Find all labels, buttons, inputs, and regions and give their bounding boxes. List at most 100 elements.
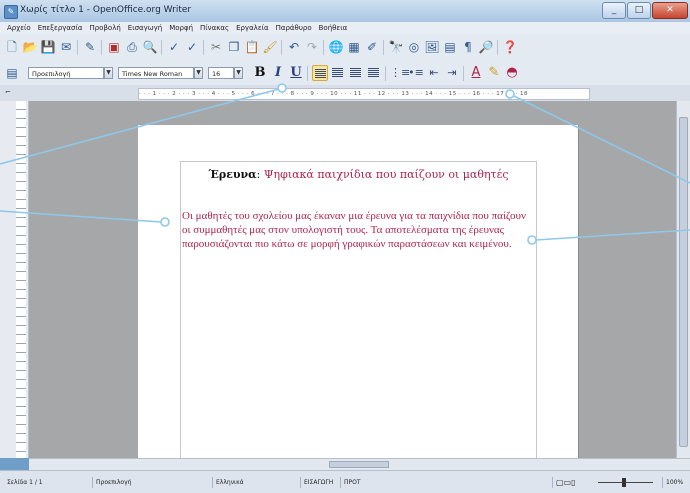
font-name-select[interactable]: Times New Roman (118, 67, 194, 79)
toolbar-separator (77, 40, 78, 55)
text-boundaries[interactable]: Έρευνα: Ψηφιακά παιχνίδια που παίζουν οι… (180, 161, 537, 458)
align-left-icon (315, 69, 326, 78)
document-page[interactable]: Έρευνα: Ψηφιακά παιχνίδια που παίζουν οι… (138, 125, 578, 458)
menu-bar: Αρχείο Επεξεργασία Προβολή Εισαγωγή Μορφ… (0, 22, 690, 34)
title-bar[interactable]: ✎ Χωρίς τίτλο 1 - OpenOffice.org Writer … (0, 0, 690, 23)
italic-button[interactable]: I (270, 65, 286, 81)
underline-button[interactable]: U (288, 65, 304, 81)
justify-button[interactable] (366, 65, 382, 81)
export-pdf-icon[interactable]: ▣ (106, 39, 122, 55)
numbering-icon[interactable]: ⋮≡ (390, 65, 410, 81)
align-right-icon (350, 68, 361, 77)
help-icon[interactable]: ❓ (502, 39, 518, 55)
new-document-icon[interactable]: 🗋 (4, 39, 20, 55)
navigator-icon[interactable]: ◎ (406, 39, 422, 55)
menu-insert[interactable]: Εισαγωγή (128, 22, 162, 34)
align-center-icon (332, 68, 343, 77)
data-sources-icon[interactable]: ▤ (442, 39, 458, 55)
decrease-indent-icon[interactable]: ⇤ (426, 65, 442, 81)
status-language[interactable]: Ελληνικά (212, 477, 244, 488)
toolbar-separator (323, 40, 324, 55)
font-size-select[interactable]: 16 (208, 67, 234, 79)
copy-icon[interactable]: ❐ (226, 39, 242, 55)
menu-format[interactable]: Μορφή (169, 22, 193, 34)
toolbar-separator (307, 66, 308, 81)
formatting-marks-icon[interactable]: ¶ (460, 39, 476, 55)
menu-view[interactable]: Προβολή (89, 22, 120, 34)
toolbar-separator (463, 66, 464, 81)
menu-edit[interactable]: Επεξεργασία (38, 22, 83, 34)
horizontal-scroll-thumb[interactable] (329, 461, 389, 468)
zoom-slider-knob[interactable] (622, 478, 626, 487)
undo-icon[interactable]: ↶ (286, 39, 302, 55)
horizontal-scrollbar[interactable] (29, 458, 690, 470)
status-style[interactable]: Προεπιλογή (92, 477, 131, 488)
title-bold-word: Έρευνα (208, 168, 257, 181)
print-icon[interactable]: ⎙ (124, 39, 140, 55)
view-layout-icons[interactable]: ▢▭▯ (552, 477, 576, 488)
format-paintbrush-icon[interactable]: 🖌 (262, 39, 278, 55)
status-insert-mode[interactable]: ΕΙΣΑΓΩΓΗ (300, 477, 333, 488)
chevron-down-icon[interactable]: ▼ (194, 67, 203, 79)
horizontal-ruler[interactable]: · · · 1 · · · 2 · · · 3 · · · 4 · · · 5 … (138, 88, 590, 100)
status-selection-mode[interactable]: ΠΡΟΤ (340, 477, 361, 488)
cut-icon[interactable]: ✂ (208, 39, 224, 55)
open-folder-icon[interactable]: 📂 (22, 39, 38, 55)
close-button[interactable]: ✕ (652, 2, 688, 19)
align-right-button[interactable] (348, 65, 364, 81)
font-color-icon[interactable]: A (468, 65, 484, 81)
title-rest: Ψηφιακά παιχνίδια που παίζουν οι μαθητές (263, 168, 509, 181)
title-colon: : (256, 168, 261, 181)
styles-formatting-icon[interactable]: ▤ (4, 65, 20, 81)
menu-file[interactable]: Αρχείο (7, 22, 31, 34)
status-zoom[interactable]: 100% (662, 477, 683, 488)
maximize-button[interactable]: □ (627, 2, 651, 19)
tab-stop-icon[interactable]: ⌐ (5, 88, 14, 97)
paragraph-style-select[interactable]: Προεπιλογή (28, 67, 104, 79)
toolbar-separator (101, 40, 102, 55)
toolbar-separator (385, 66, 386, 81)
toolbar-separator (281, 40, 282, 55)
align-center-button[interactable] (330, 65, 346, 81)
vertical-scroll-thumb[interactable] (679, 117, 688, 447)
window-controls: _ □ ✕ (602, 2, 688, 19)
justify-icon (368, 68, 379, 77)
table-icon[interactable]: ▦ (346, 39, 362, 55)
menu-help[interactable]: Βοήθεια (319, 22, 348, 34)
find-replace-icon[interactable]: 🔭 (388, 39, 404, 55)
gallery-icon[interactable]: 🖼 (424, 39, 440, 55)
bold-button[interactable]: B (252, 65, 268, 81)
toolbar-separator (383, 40, 384, 55)
menu-tools[interactable]: Εργαλεία (236, 22, 269, 34)
highlighting-icon[interactable]: ✎ (486, 65, 502, 81)
formatting-toolbar: ▤ Προεπιλογή ▼ Times New Roman ▼ 16 ▼ B … (0, 62, 690, 86)
increase-indent-icon[interactable]: ⇥ (444, 65, 460, 81)
zoom-icon[interactable]: 🔎 (478, 39, 494, 55)
hyperlink-icon[interactable]: 🌐 (328, 39, 344, 55)
background-color-icon[interactable]: ◓ (504, 65, 520, 81)
paste-icon[interactable]: 📋 (244, 39, 260, 55)
writer-window: ✎ Χωρίς τίτλο 1 - OpenOffice.org Writer … (0, 0, 690, 493)
align-left-button[interactable] (312, 65, 328, 81)
autospellcheck-icon[interactable]: ✓ (184, 39, 200, 55)
horizontal-ruler-row: ⌐ · · · 1 · · · 2 · · · 3 · · · 4 · · · … (0, 85, 690, 102)
redo-icon[interactable]: ↷ (304, 39, 320, 55)
minimize-button[interactable]: _ (602, 2, 626, 19)
draw-functions-icon[interactable]: ✐ (364, 39, 380, 55)
save-icon[interactable]: 💾 (40, 39, 56, 55)
menu-window[interactable]: Παράθυρο (276, 22, 312, 34)
chevron-down-icon[interactable]: ▼ (104, 67, 113, 79)
edit-file-icon[interactable]: ✎ (82, 39, 98, 55)
toolbar-separator (497, 40, 498, 55)
document-body[interactable]: Οι μαθητές του σχολείου μας έκαναν μια έ… (182, 209, 534, 251)
vertical-ruler (0, 101, 29, 458)
vertical-scrollbar[interactable] (676, 101, 690, 458)
print-preview-icon[interactable]: 🔍 (142, 39, 158, 55)
bullets-icon[interactable]: •≡ (408, 65, 424, 81)
vertical-ruler-scale (16, 101, 26, 458)
toolbar-separator (161, 40, 162, 55)
chevron-down-icon[interactable]: ▼ (234, 67, 243, 79)
menu-table[interactable]: Πίνακας (200, 22, 229, 34)
email-icon[interactable]: ✉ (58, 39, 74, 55)
spellcheck-icon[interactable]: ✓ (166, 39, 182, 55)
